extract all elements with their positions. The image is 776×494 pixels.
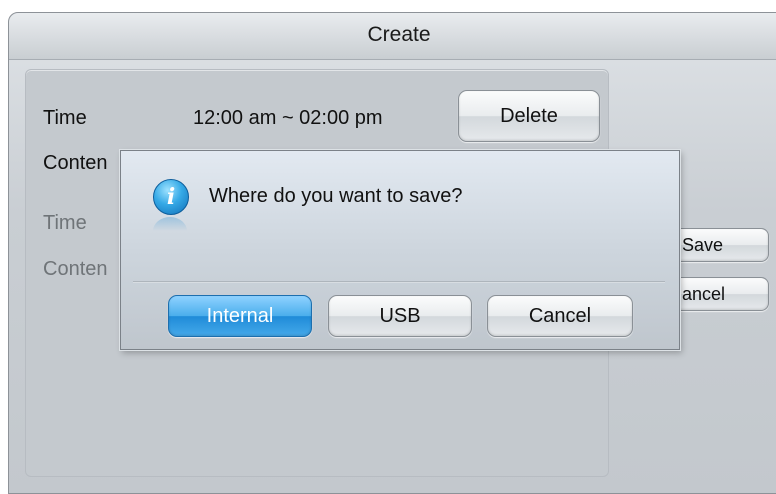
time-label-second: Time: [43, 212, 87, 234]
title-bar: Create: [9, 13, 776, 60]
time-label: Time: [43, 107, 87, 129]
internal-button[interactable]: Internal: [168, 295, 312, 337]
delete-button[interactable]: Delete: [458, 90, 600, 142]
cancel-side-button[interactable]: ancel: [669, 277, 769, 311]
dialog-message: Where do you want to save?: [209, 185, 463, 207]
info-icon-reflection: [153, 217, 187, 231]
window-title: Create: [367, 23, 431, 46]
usb-button[interactable]: USB: [328, 295, 472, 337]
content-label: Conten: [43, 152, 108, 174]
cancel-button[interactable]: Cancel: [487, 295, 633, 337]
info-icon: i: [153, 179, 189, 215]
time-value: 12:00 am ~ 02:00 pm: [193, 107, 383, 129]
save-button[interactable]: Save: [669, 228, 769, 262]
save-location-dialog: i Where do you want to save? Internal US…: [120, 150, 680, 350]
dialog-divider: [133, 281, 665, 282]
content-label-second: Conten: [43, 258, 108, 280]
